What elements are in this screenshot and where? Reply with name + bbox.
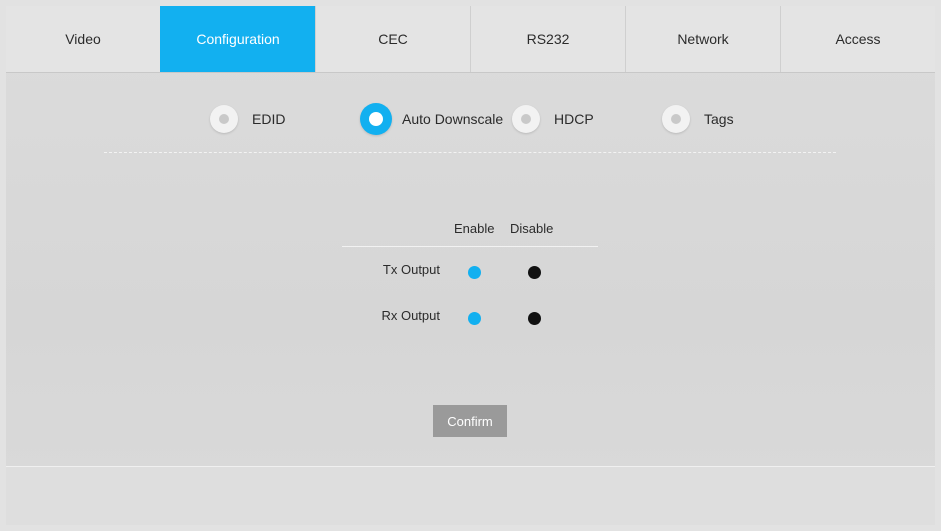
subtab-edid-radio[interactable]: EDID [210, 102, 285, 136]
footer-bar [6, 467, 935, 525]
option-row-rx-output: Rx Output [342, 293, 598, 339]
config-subtab-radio-group: EDID Auto Downscale HDCP Tags [6, 102, 935, 138]
radio-unselected-icon [210, 105, 238, 133]
confirm-button[interactable]: Confirm [433, 405, 507, 437]
main-panel: Video Configuration CEC RS232 Network Ac… [6, 6, 935, 525]
column-header-enable: Enable [454, 221, 495, 236]
dashed-divider [104, 152, 836, 153]
top-tab-bar: Video Configuration CEC RS232 Network Ac… [6, 6, 935, 73]
tx-output-enable-radio[interactable] [468, 266, 481, 279]
radio-unselected-icon [512, 105, 540, 133]
tab-access[interactable]: Access [780, 6, 935, 72]
radio-unselected-icon [662, 105, 690, 133]
subtab-edid-label: EDID [252, 111, 286, 127]
radio-selected-icon [360, 103, 392, 135]
subtab-hdcp-label: HDCP [554, 111, 594, 127]
tab-cec[interactable]: CEC [315, 6, 470, 72]
tab-rs232[interactable]: RS232 [470, 6, 625, 72]
subtab-auto-downscale-label: Auto Downscale [402, 111, 504, 127]
subtab-hdcp-radio[interactable]: HDCP [512, 102, 594, 136]
tab-configuration[interactable]: Configuration [160, 6, 315, 72]
tab-video[interactable]: Video [6, 6, 160, 72]
option-row-label: Tx Output [382, 262, 440, 277]
auto-downscale-options-table: Enable Disable Tx Output Rx Output [342, 216, 598, 339]
option-row-tx-output: Tx Output [342, 247, 598, 293]
column-header-disable: Disable [510, 221, 554, 236]
rx-output-disable-radio[interactable] [528, 312, 541, 325]
subtab-auto-downscale-radio[interactable]: Auto Downscale [360, 102, 503, 136]
tx-output-disable-radio[interactable] [528, 266, 541, 279]
subtab-tags-radio[interactable]: Tags [662, 102, 734, 136]
option-row-label: Rx Output [381, 308, 440, 323]
tab-network[interactable]: Network [625, 6, 780, 72]
options-header: Enable Disable [342, 216, 598, 247]
subtab-tags-label: Tags [704, 111, 734, 127]
rx-output-enable-radio[interactable] [468, 312, 481, 325]
